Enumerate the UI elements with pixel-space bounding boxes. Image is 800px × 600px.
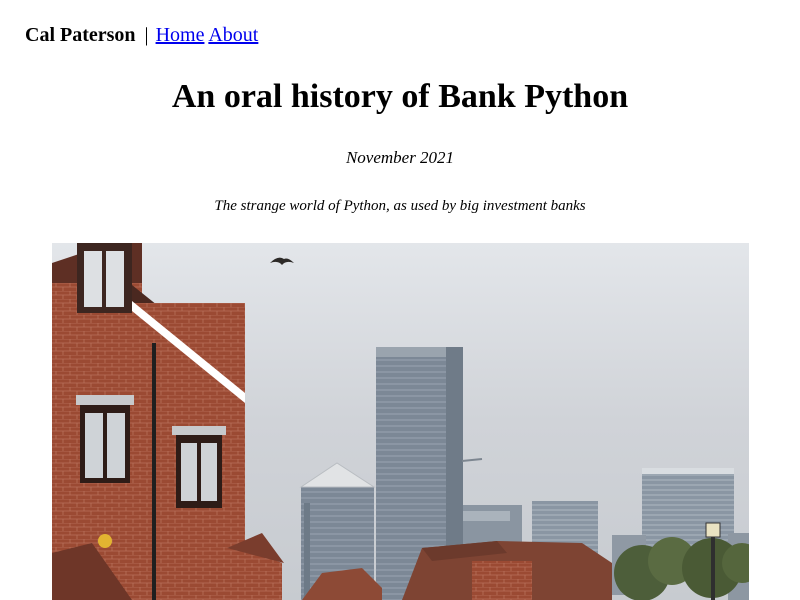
nav-link-about[interactable]: About bbox=[208, 24, 258, 46]
site-name: Cal Paterson bbox=[25, 24, 136, 46]
header-separator: | bbox=[144, 24, 149, 46]
hero-photo-illustration bbox=[52, 243, 749, 600]
hero-image bbox=[52, 243, 749, 600]
article-date: November 2021 bbox=[345, 148, 455, 167]
article-title: An oral history of Bank Python bbox=[171, 78, 629, 115]
nav-link-home[interactable]: Home bbox=[156, 24, 205, 46]
article-subtitle: The strange world of Python, as used by … bbox=[214, 198, 586, 214]
page: Cal Paterson | Home About An oral histor… bbox=[0, 0, 800, 600]
site-header: Cal Paterson | Home About bbox=[25, 22, 258, 48]
